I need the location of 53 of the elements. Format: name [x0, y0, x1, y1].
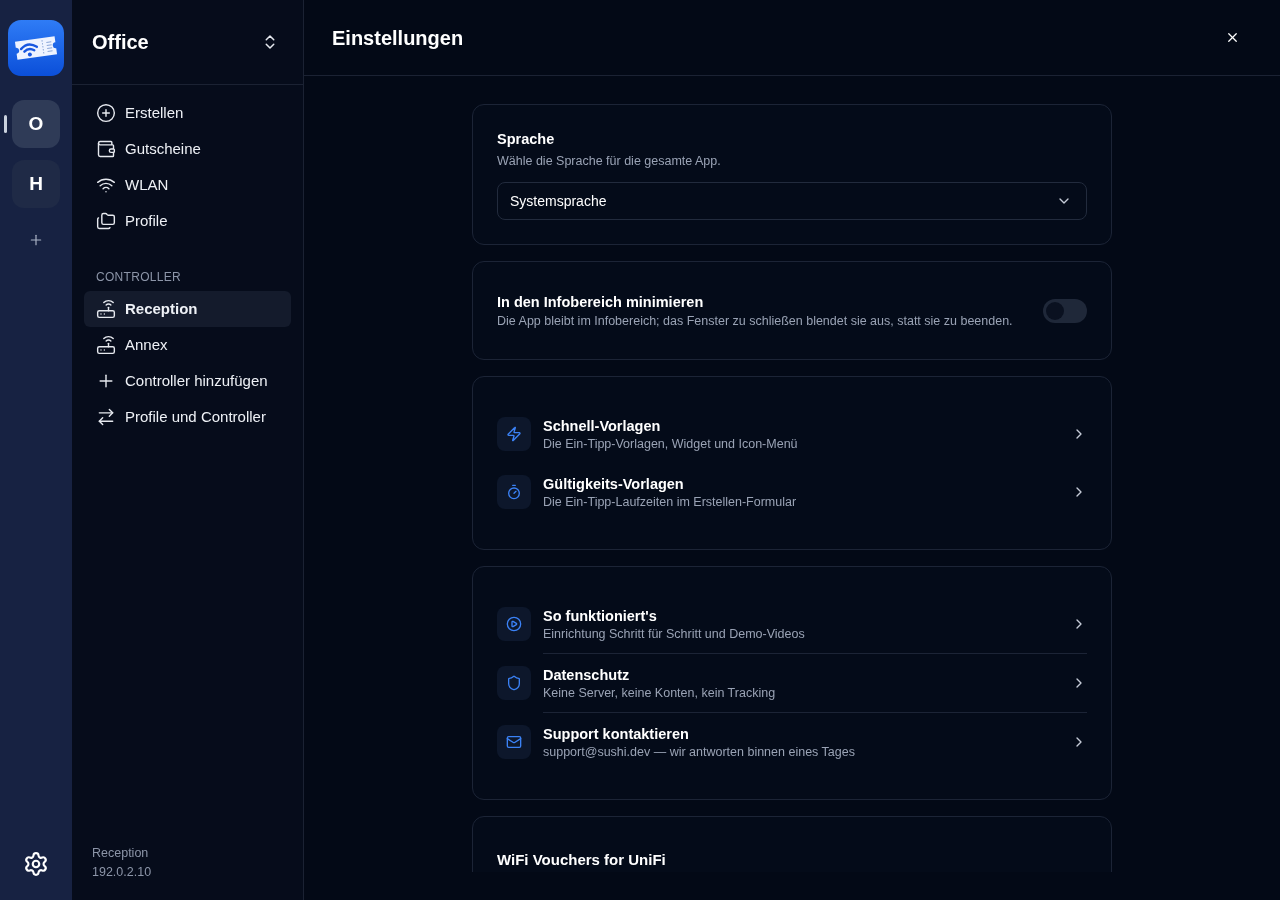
- settings-row[interactable]: Schnell-Vorlagen Die Ein-Tipp-Vorlagen, Widget und Icon-Menü: [497, 405, 1087, 463]
- settings-row[interactable]: So funktioniert's Einrichtung Schritt für Schritt und Demo-Videos: [497, 595, 1087, 653]
- workspace-button[interactable]: O: [12, 100, 60, 148]
- app-logo-icon: [8, 20, 64, 76]
- card-title: WiFi Vouchers for UniFi: [497, 851, 666, 868]
- row-title: Schnell-Vorlagen: [543, 417, 662, 436]
- mail-icon: [497, 725, 531, 759]
- row-title: Support kontaktieren: [543, 725, 690, 744]
- stopwatch-icon: [497, 475, 531, 509]
- row-description: Die Ein-Tipp-Vorlagen, Widget und Icon-Menü: [543, 436, 799, 452]
- swap-arrows-icon: [96, 407, 116, 427]
- page-title: Einstellungen: [332, 25, 464, 51]
- router-icon: [96, 335, 116, 355]
- toggle-switch[interactable]: [1043, 298, 1087, 323]
- card-description: Die App bleibt im Infobereich; das Fenster zu schließen blendet sie aus, statt sie zu beenden.: [497, 313, 1014, 329]
- lightning-icon: [497, 417, 531, 451]
- folders-icon: [96, 211, 116, 231]
- selection-indicator: [4, 115, 7, 133]
- wifi-icon: [96, 175, 116, 195]
- card-title: Sprache: [497, 130, 556, 149]
- workspace-button[interactable]: H: [12, 160, 60, 208]
- nav-item[interactable]: WLAN: [84, 167, 291, 203]
- settings-row[interactable]: Datenschutz Keine Server, keine Konten, kein Tracking: [497, 654, 1087, 712]
- nav-item[interactable]: Annex: [84, 327, 291, 363]
- nav-item[interactable]: Erstellen: [84, 95, 291, 131]
- nav-item[interactable]: Reception: [84, 291, 291, 327]
- settings-icon: [23, 851, 49, 877]
- row-description: support@sushi.dev — wir antworten binnen eines Tages: [543, 744, 856, 760]
- router-icon: [96, 299, 116, 319]
- language-select[interactable]: Systemsprache: [497, 182, 1087, 220]
- settings-row[interactable]: Support kontaktieren support@sushi.dev — wir antworten binnen eines Tages: [497, 713, 1087, 771]
- plus-circle-icon: [96, 103, 116, 123]
- shield-icon: [497, 666, 531, 700]
- wallet-icon: [96, 139, 116, 159]
- settings-row[interactable]: Gültigkeits-Vorlagen Die Ein-Tipp-Laufzeiten im Erstellen-Formular: [497, 463, 1087, 521]
- row-description: Einrichtung Schritt für Schritt und Demo-Videos: [543, 626, 806, 642]
- plus-icon: [28, 232, 44, 248]
- row-title: So funktioniert's: [543, 607, 658, 626]
- workspace-switcher[interactable]: Office: [72, 22, 303, 62]
- card-title: In den Infobereich minimieren: [497, 293, 705, 312]
- nav-item[interactable]: Controller hinzufügen: [84, 363, 291, 399]
- nav-item[interactable]: Profile und Controller: [84, 399, 291, 435]
- controller-address: 192.0.2.10: [92, 864, 153, 880]
- controller-name: Reception: [92, 845, 150, 861]
- card-description: Wähle die Sprache für die gesamte App.: [497, 153, 722, 169]
- play-icon: [497, 607, 531, 641]
- nav-item[interactable]: Gutscheine: [84, 131, 291, 167]
- nav-item[interactable]: Profile: [84, 203, 291, 239]
- row-description: Keine Server, keine Konten, kein Tracking: [543, 685, 777, 701]
- row-description: Die Ein-Tipp-Laufzeiten im Erstellen-Formular: [543, 494, 798, 510]
- row-title: Gültigkeits-Vorlagen: [543, 475, 685, 494]
- row-title: Datenschutz: [543, 666, 631, 685]
- section-heading: CONTROLLER: [95, 269, 182, 285]
